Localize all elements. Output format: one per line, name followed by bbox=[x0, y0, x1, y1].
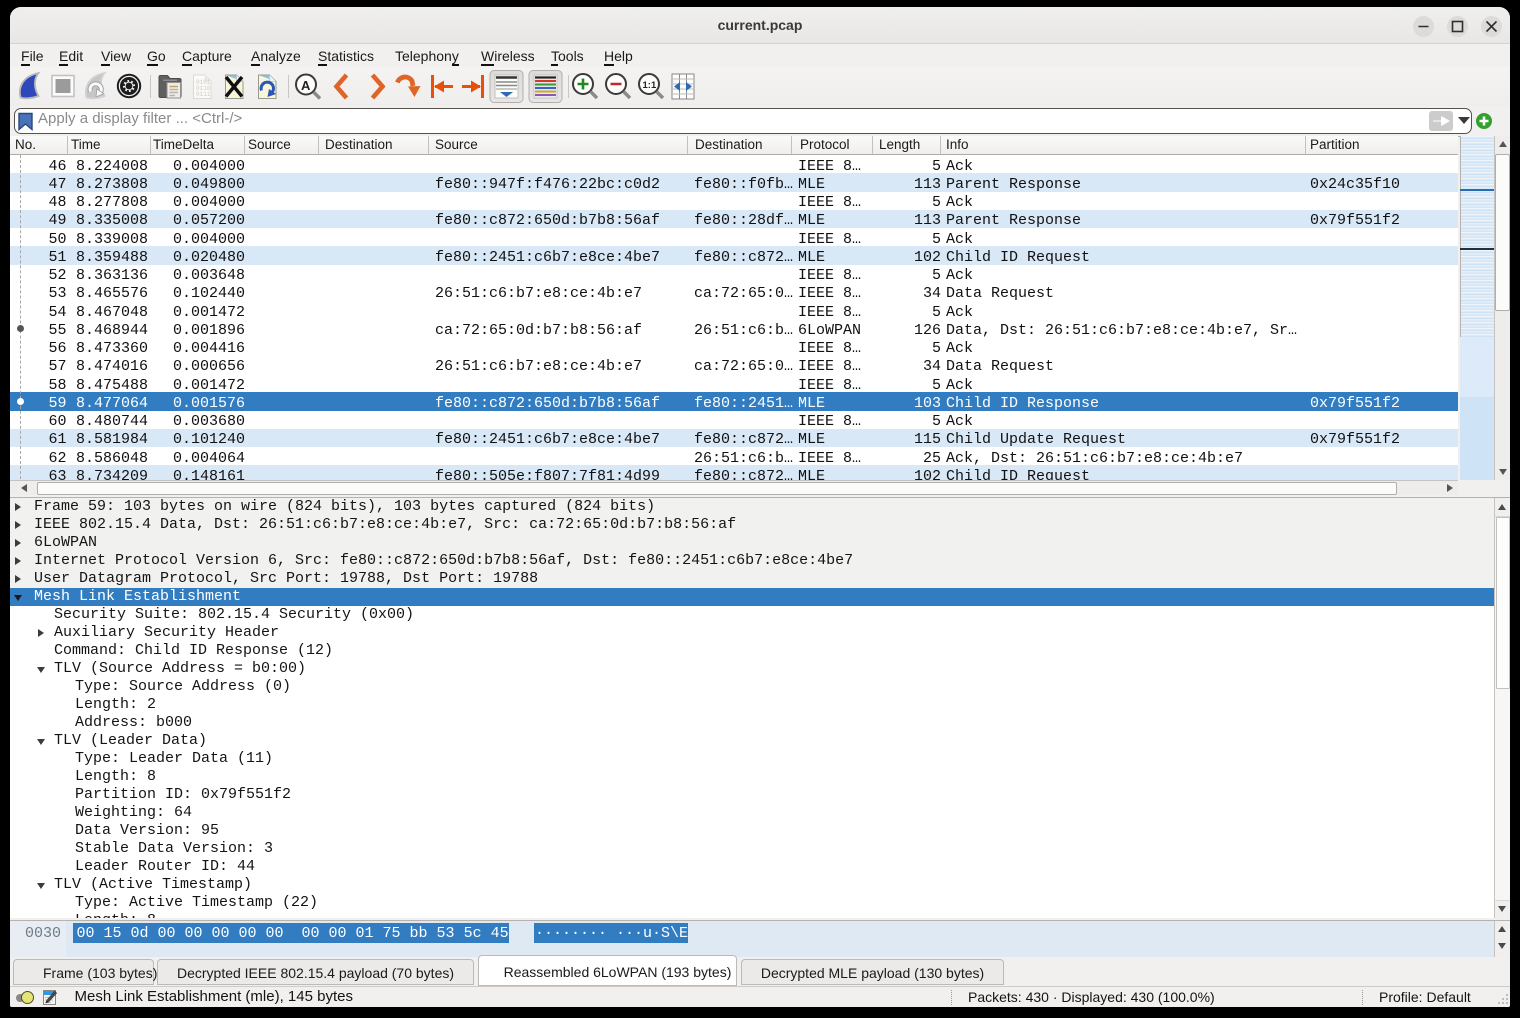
svg-text:A: A bbox=[301, 78, 311, 93]
svg-text:1:1: 1:1 bbox=[643, 80, 657, 91]
svg-text:0111: 0111 bbox=[196, 91, 211, 98]
